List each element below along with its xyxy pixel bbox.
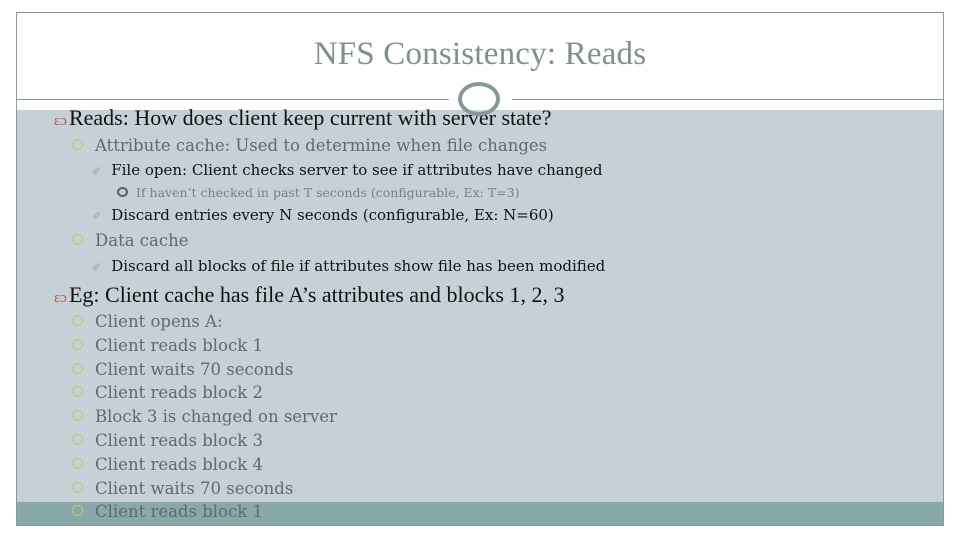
ring-bullet-icon xyxy=(117,187,128,197)
decorative-ring-icon xyxy=(458,82,500,116)
circle-bullet-icon xyxy=(72,482,83,493)
circle-bullet-icon xyxy=(72,315,83,326)
circle-bullet-icon xyxy=(72,386,83,397)
bullet-item: ✐ Discard all blocks of file if attribute… xyxy=(92,257,606,275)
pencil-bullet-icon: ✐ xyxy=(92,210,102,223)
bullet-item: ɛɔEg: Client cache has file A’s attribut… xyxy=(54,282,565,307)
bullet-item: Client reads block 2 xyxy=(72,383,263,402)
bullet-item: Block 3 is changed on server xyxy=(72,407,337,426)
bullet-item: Client waits 70 seconds xyxy=(72,479,293,498)
bullet-list: ɛɔReads: How does client keep current wi… xyxy=(0,0,960,540)
circle-bullet-icon xyxy=(72,363,83,374)
bullet-item: If haven’t checked in past T seconds (co… xyxy=(117,185,520,200)
pencil-bullet-icon: ✐ xyxy=(92,261,102,274)
bullet-item: Data cache xyxy=(72,231,189,250)
bullet-item: Client reads block 1 xyxy=(72,502,263,521)
bullet-item: Attribute cache: Used to determine when … xyxy=(72,136,547,155)
circle-bullet-icon xyxy=(72,458,83,469)
bullet-item: Client opens A: xyxy=(72,312,223,331)
circle-bullet-icon xyxy=(72,234,83,245)
scroll-bullet-icon: ɛɔ xyxy=(54,113,67,129)
bullet-item: Client reads block 4 xyxy=(72,455,263,474)
circle-bullet-icon xyxy=(72,434,83,445)
bullet-item: ✐ Discard entries every N seconds (config… xyxy=(92,206,554,224)
circle-bullet-icon xyxy=(72,339,83,350)
bullet-item: Client waits 70 seconds xyxy=(72,360,293,379)
circle-bullet-icon xyxy=(72,410,83,421)
circle-bullet-icon xyxy=(72,505,83,516)
bullet-item: Client reads block 1 xyxy=(72,336,263,355)
pencil-bullet-icon: ✐ xyxy=(92,165,102,178)
bullet-item: Client reads block 3 xyxy=(72,431,263,450)
scroll-bullet-icon: ɛɔ xyxy=(54,290,67,306)
circle-bullet-icon xyxy=(72,139,83,150)
bullet-item: ✐ File open: Client checks server to see … xyxy=(92,161,603,179)
